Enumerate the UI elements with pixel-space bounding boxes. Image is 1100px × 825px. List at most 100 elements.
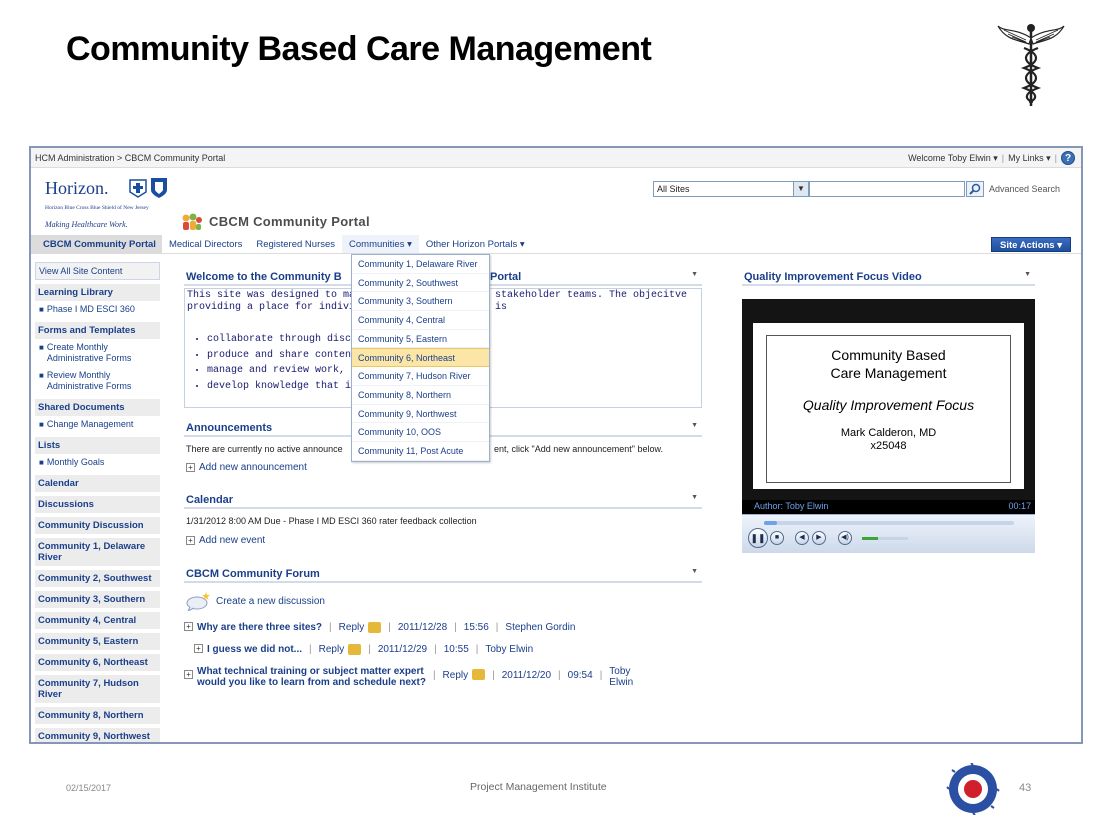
footer-organization: Project Management Institute [470,781,607,793]
pause-button[interactable]: ❚❚ [748,528,768,548]
site-actions-menu[interactable]: Site Actions ▾ [991,237,1071,252]
quick-launch-item[interactable]: ■ Monthly Goals [35,454,160,471]
forum-topic-link[interactable]: I guess we did not... [207,644,302,655]
reply-link[interactable]: Reply [339,622,365,633]
top-navigation: CBCM Community Portal Medical Directors … [31,235,1081,254]
communities-menu-item[interactable]: Community 1, Delaware River [352,255,489,274]
quick-launch-heading[interactable]: Discussions [35,495,160,513]
site-title[interactable]: CBCM Community Portal [209,214,370,229]
communities-menu-item[interactable]: Community 2, Southwest [352,274,489,293]
quick-launch-heading[interactable]: Community Discussion [35,516,160,534]
portal-logo-icon [182,213,202,230]
communities-menu-item[interactable]: Community 5, Eastern [352,330,489,349]
tab-medical-directors[interactable]: Medical Directors [162,235,249,253]
quick-launch-heading[interactable]: Community 2, Southwest [35,569,160,587]
horizon-logo[interactable]: Horizon. [45,178,108,199]
tab-other-horizon-portals[interactable]: Other Horizon Portals ▾ [419,235,532,253]
reply-icon[interactable] [472,669,486,680]
mute-button[interactable]: ◀) [838,531,852,545]
add-new-event-link[interactable]: + Add new event [186,535,265,546]
communities-menu-item[interactable]: Community 9, Northwest [352,405,489,424]
communities-menu-item[interactable]: Community 6, Northeast [352,348,489,368]
seek-bar[interactable] [764,521,1014,525]
view-all-site-content-link[interactable]: View All Site Content [35,262,160,280]
stop-button[interactable]: ■ [770,531,784,545]
quick-launch-heading[interactable]: Community 6, Northeast [35,653,160,671]
divider: | [309,644,312,655]
quick-launch-heading[interactable]: Community 1, Delaware River [35,537,160,566]
forum-topic-link[interactable]: Why are there three sites? [197,622,322,633]
quick-launch-heading[interactable]: Community 8, Northern [35,706,160,724]
post-author[interactable]: Toby Elwin [609,666,633,688]
communities-menu-item[interactable]: Community 10, OOS [352,423,489,442]
reply-link[interactable]: Reply [319,644,345,655]
communities-menu-item[interactable]: Community 11, Post Acute [352,442,489,461]
chevron-down-icon[interactable]: ▼ [793,182,808,196]
webpart-menu-icon[interactable]: ▼ [691,422,698,429]
quick-launch-item[interactable]: ■ Change Management [35,416,160,433]
advanced-search-link[interactable]: Advanced Search [989,184,1060,194]
quick-launch-heading[interactable]: Community 5, Eastern [35,632,160,650]
divider: | [492,670,495,681]
quick-launch-heading[interactable]: Community 7, Hudson River [35,674,160,703]
learning-library-heading[interactable]: Learning Library [35,283,160,301]
next-button[interactable]: ▶ [812,531,826,545]
volume-slider[interactable] [862,537,908,540]
video-timestamp: 00:17 [1008,501,1031,511]
tab-registered-nurses[interactable]: Registered Nurses [249,235,342,253]
quick-launch-item[interactable]: ■ Create Monthly Administrative Forms [35,339,160,367]
calendar-title[interactable]: Calendar [186,494,233,506]
shared-documents-heading[interactable]: Shared Documents [35,398,160,416]
post-author[interactable]: Toby Elwin [485,644,533,655]
lists-heading[interactable]: Lists [35,436,160,454]
communities-menu-item[interactable]: Community 4, Central [352,311,489,330]
tab-communities[interactable]: Communities ▾ [342,235,419,253]
search-scope-select[interactable]: All Sites ▼ [653,181,809,197]
create-discussion-link[interactable]: Create a new discussion [186,591,325,611]
quick-launch-heading[interactable]: Community 9, Northwest [35,727,160,742]
video-player[interactable]: Community Based Care Management Quality … [742,299,1035,554]
announcements-title[interactable]: Announcements [186,422,272,434]
reply-icon[interactable] [348,644,362,655]
quick-launch-heading[interactable]: Calendar [35,474,160,492]
create-discussion-label: Create a new discussion [216,595,325,607]
divider: | [495,622,499,633]
quick-launch-item[interactable]: ■ Phase I MD ESCI 360 [35,301,160,318]
expand-icon[interactable]: + [194,644,203,653]
webpart-menu-icon[interactable]: ▼ [691,494,698,501]
calendar-event[interactable]: 1/31/2012 8:00 AM Due - Phase I MD ESCI … [186,516,477,526]
reply-link[interactable]: Reply [443,670,469,681]
stop-icon: ■ [774,534,780,541]
quick-launch-heading[interactable]: Community 4, Central [35,611,160,629]
quick-launch-heading[interactable]: Community 3, Southern [35,590,160,608]
reply-icon[interactable] [368,622,382,633]
webpart-menu-icon[interactable]: ▼ [691,271,698,278]
post-author[interactable]: Stephen Gordin [505,622,575,633]
webpart-menu-icon[interactable]: ▼ [1024,271,1031,278]
expand-icon[interactable]: + [184,622,193,631]
tab-cbcm-community-portal[interactable]: CBCM Community Portal [31,235,162,253]
communities-menu-item[interactable]: Community 3, Southern [352,292,489,312]
forum-title[interactable]: CBCM Community Forum [186,568,320,580]
welcome-user-menu[interactable]: Welcome Toby Elwin ▾ [908,153,998,164]
search-input[interactable] [809,181,965,197]
video-slide-subtitle: Quality Improvement Focus [802,397,975,413]
search-button[interactable] [966,181,984,197]
video-screen[interactable]: Community Based Care Management Quality … [742,299,1035,500]
communities-menu-item[interactable]: Community 8, Northern [352,386,489,405]
forum-post: + What technical training or subject mat… [184,666,633,688]
forum-topic-link[interactable]: What technical training or subject matte… [197,666,426,688]
previous-button[interactable]: ◀ [795,531,809,545]
communities-menu-item[interactable]: Community 7, Hudson River [352,367,489,386]
add-icon: + [186,536,195,545]
my-links-menu[interactable]: My Links ▾ [1008,153,1051,164]
announcements-message: There are currently no active announce [186,444,343,454]
roundel-logo-icon [946,763,1000,815]
add-new-announcement-link[interactable]: + Add new announcement [186,462,307,473]
breadcrumb[interactable]: HCM Administration > CBCM Community Port… [35,153,225,163]
webpart-menu-icon[interactable]: ▼ [691,568,698,575]
help-icon[interactable]: ? [1061,151,1075,165]
expand-icon[interactable]: + [184,670,193,679]
quick-launch-item[interactable]: ■ Review Monthly Administrative Forms [35,367,160,395]
forms-and-templates-heading[interactable]: Forms and Templates [35,321,160,339]
